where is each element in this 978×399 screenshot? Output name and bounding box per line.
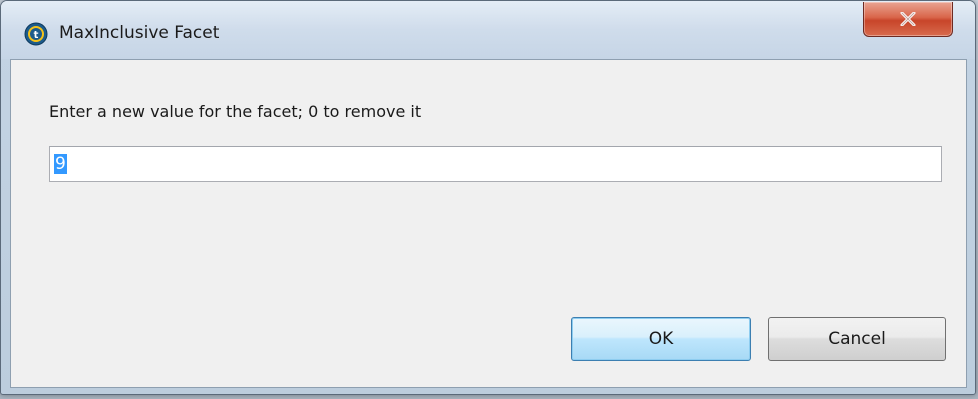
ok-button[interactable]: OK xyxy=(571,317,751,361)
close-x-icon xyxy=(900,12,916,26)
talend-t-icon: t xyxy=(24,22,48,46)
cancel-button[interactable]: Cancel xyxy=(768,317,946,361)
window-title: MaxInclusive Facet xyxy=(59,23,220,43)
title-bar[interactable]: t MaxInclusive Facet xyxy=(1,1,975,59)
dialog-window: t MaxInclusive Facet Enter a new value f… xyxy=(0,0,976,395)
prompt-label: Enter a new value for the facet; 0 to re… xyxy=(49,102,422,121)
facet-value-input[interactable]: 9 xyxy=(49,146,942,182)
close-button[interactable] xyxy=(863,2,953,37)
svg-text:t: t xyxy=(34,30,39,41)
selected-value-text: 9 xyxy=(54,154,67,174)
dialog-body: Enter a new value for the facet; 0 to re… xyxy=(10,59,967,388)
